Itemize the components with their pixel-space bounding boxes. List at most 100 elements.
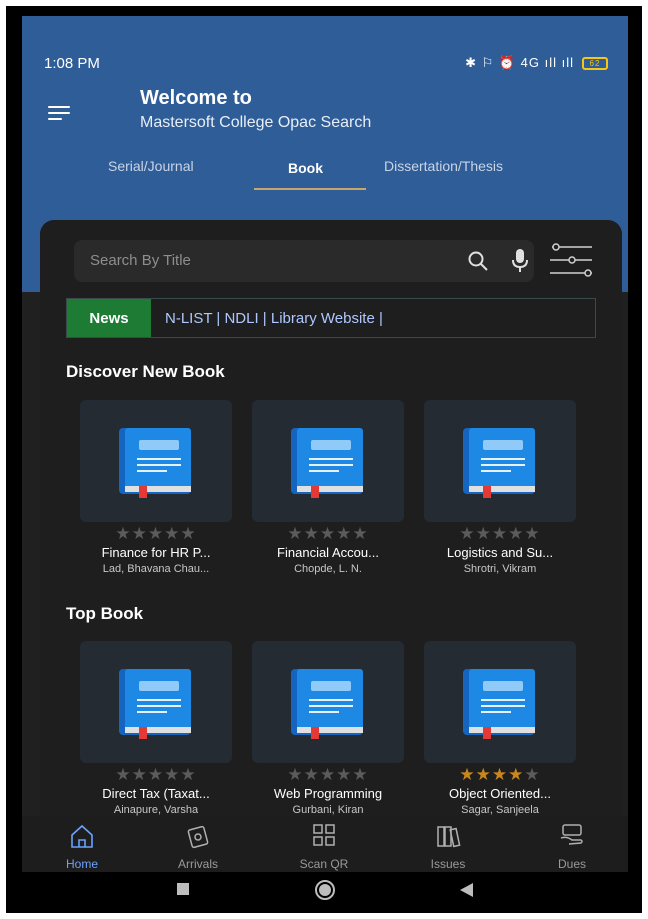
search-bar: Search By Title	[74, 240, 534, 282]
system-navigation-bar	[22, 872, 628, 906]
star-icon: ★	[336, 765, 353, 784]
tab-book[interactable]: Book	[288, 160, 323, 176]
nav-issues[interactable]: Issues	[398, 822, 498, 871]
menu-icon[interactable]	[48, 106, 70, 120]
book-author: Shrotri, Vikram	[463, 563, 537, 575]
home-icon	[71, 824, 93, 848]
home-system-button[interactable]	[314, 879, 336, 901]
book-cover[interactable]	[80, 641, 232, 763]
book-icon	[463, 669, 535, 739]
microphone-icon[interactable]	[510, 248, 530, 274]
star-icon: ★	[319, 765, 337, 784]
phone-screen: 1:08 PM ✱ ⚐ ⏰ 4G ıll ıll 62 Welcome to M…	[22, 16, 628, 906]
book-title[interactable]: Web Programming	[252, 786, 404, 801]
nav-dues[interactable]: Dues	[522, 822, 622, 871]
book-cover[interactable]	[80, 400, 232, 522]
search-input[interactable]: Search By Title	[90, 252, 191, 269]
star-icon: ★	[508, 765, 525, 784]
star-icon: ★	[475, 524, 492, 543]
star-icon: ★	[131, 765, 148, 784]
star-icon: ★	[180, 765, 197, 784]
recents-button[interactable]	[176, 882, 190, 896]
rating-stars: ★★★★★	[252, 765, 404, 785]
star-icon: ★	[352, 524, 369, 543]
book-cover[interactable]	[252, 400, 404, 522]
nav-dues-label: Dues	[557, 857, 586, 871]
star-icon: ★	[287, 765, 304, 784]
rating-stars: ★★★★★	[424, 765, 576, 785]
book-author: Gurbani, Kiran	[292, 804, 364, 816]
dues-icon	[560, 824, 583, 845]
book-icon	[291, 669, 363, 739]
app-subtitle: Mastersoft College Opac Search	[140, 114, 372, 131]
news-text[interactable]: N-LIST | NDLI | Library Website |	[165, 310, 383, 327]
star-icon: ★	[491, 524, 509, 543]
book-title[interactable]: Finance for HR P...	[80, 545, 232, 560]
book-card[interactable]: ★★★★★ Direct Tax (Taxat... Ainapure, Varsh…	[80, 641, 232, 816]
welcome-title: Welcome to	[140, 87, 252, 109]
content-card: Search By Title News N-LIST | NDLI | Lib…	[40, 220, 622, 840]
qr-icon	[313, 824, 335, 846]
book-card[interactable]: ★★★★★ Financial Accou... Chopde, L. N.	[252, 400, 404, 575]
search-icon[interactable]	[468, 251, 488, 271]
book-card[interactable]: ★★★★★ Object Oriented... Sagar, Sanjeela	[424, 641, 576, 816]
news-ticker[interactable]: News N-LIST | NDLI | Library Website |	[66, 298, 596, 338]
discover-section-title: Discover New Book	[66, 362, 225, 381]
star-icon: ★	[164, 524, 181, 543]
star-icon: ★	[287, 524, 304, 543]
rating-stars: ★★★★★	[80, 524, 232, 544]
star-icon: ★	[115, 765, 132, 784]
status-icons: ✱ ⚐ ⏰ 4G ıll ıll 62	[465, 55, 608, 71]
book-author: Sagar, Sanjeela	[461, 804, 539, 816]
book-cover[interactable]	[424, 641, 576, 763]
category-tabs: Serial/Journal Book Dissertation/Thesis	[22, 158, 628, 198]
star-icon: ★	[475, 765, 492, 784]
book-title[interactable]: Object Oriented...	[424, 786, 576, 801]
nav-issues-label: Issues	[430, 857, 466, 871]
bottom-navigation: Home Arrivals Scan QR Issues Dues	[22, 816, 628, 872]
status-bar: 1:08 PM ✱ ⚐ ⏰ 4G ıll ıll 62	[44, 52, 608, 74]
book-cover[interactable]	[424, 400, 576, 522]
books-icon	[437, 826, 461, 848]
star-icon: ★	[508, 524, 525, 543]
book-icon	[291, 428, 363, 498]
tab-serial-journal[interactable]: Serial/Journal	[108, 158, 194, 174]
book-card[interactable]: ★★★★★ Web Programming Gurbani, Kiran	[252, 641, 404, 816]
star-icon: ★	[303, 524, 320, 543]
top-section-title: Top Book	[66, 604, 144, 623]
nav-scan-qr-label: Scan QR	[299, 857, 349, 871]
book-card[interactable]: ★★★★★ Finance for HR P... Lad, Bhavana Cha…	[80, 400, 232, 575]
star-icon: ★	[336, 524, 353, 543]
nav-home[interactable]: Home	[32, 822, 132, 871]
book-author: Chopde, L. N.	[294, 563, 362, 575]
rating-stars: ★★★★★	[80, 765, 232, 785]
nav-arrivals[interactable]: Arrivals	[148, 822, 248, 871]
book-card[interactable]: ★★★★★ Logistics and Su... Shrotri, Vikram	[424, 400, 576, 575]
book-title[interactable]: Financial Accou...	[252, 545, 404, 560]
star-icon: ★	[319, 524, 337, 543]
rating-stars: ★★★★★	[424, 524, 576, 544]
book-icon	[463, 428, 535, 498]
star-icon: ★	[524, 524, 541, 543]
book-title[interactable]: Logistics and Su...	[424, 545, 576, 560]
nav-home-label: Home	[65, 857, 98, 871]
book-author: Lad, Bhavana Chau...	[102, 563, 210, 575]
tab-dissertation-thesis[interactable]: Dissertation/Thesis	[384, 158, 503, 174]
book-title[interactable]: Direct Tax (Taxat...	[80, 786, 232, 801]
book-cover[interactable]	[252, 641, 404, 763]
book-icon	[119, 428, 191, 498]
star-icon: ★	[303, 765, 320, 784]
star-icon: ★	[524, 765, 541, 784]
star-icon: ★	[131, 524, 148, 543]
back-button[interactable]	[458, 882, 474, 898]
star-icon: ★	[352, 765, 369, 784]
star-icon: ★	[491, 765, 509, 784]
star-icon: ★	[459, 524, 476, 543]
nav-scan-qr[interactable]: Scan QR	[274, 822, 374, 871]
filter-settings-icon[interactable]	[548, 242, 594, 278]
rating-stars: ★★★★★	[252, 524, 404, 544]
star-icon: ★	[164, 765, 181, 784]
star-icon: ★	[115, 524, 132, 543]
news-badge: News	[67, 299, 151, 337]
star-icon: ★	[459, 765, 476, 784]
